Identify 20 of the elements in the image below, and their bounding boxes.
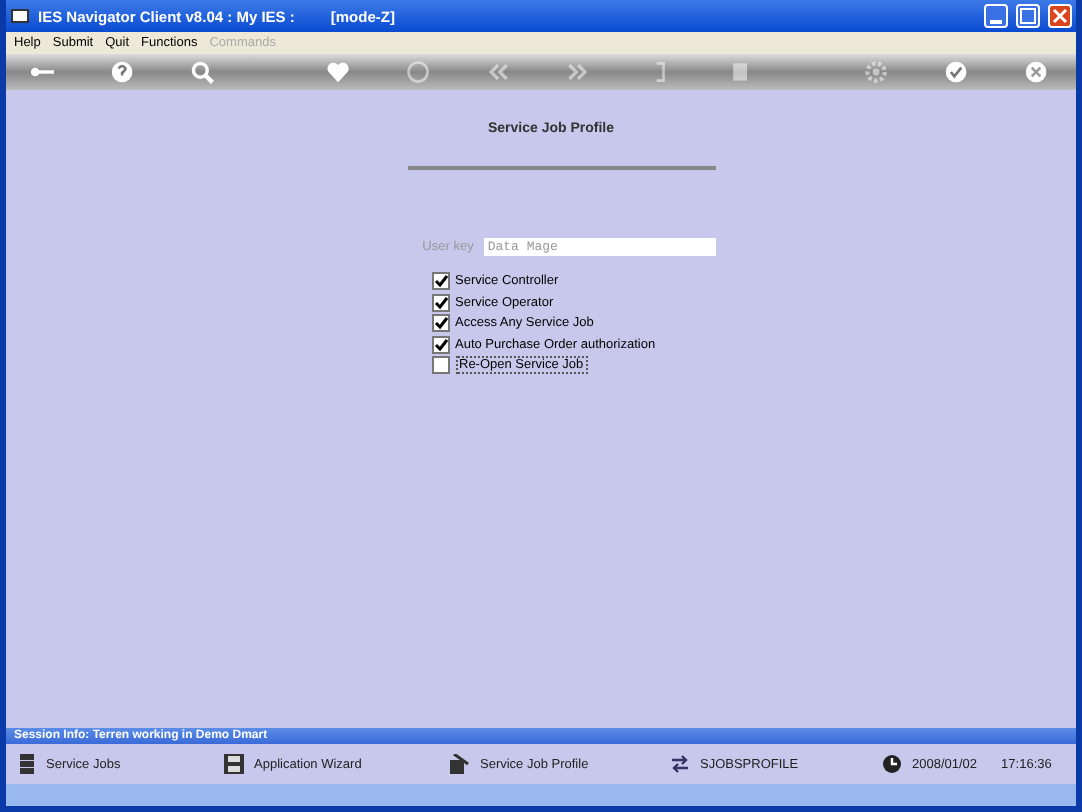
checkbox[interactable]	[431, 356, 449, 374]
close-icon[interactable]	[1023, 58, 1048, 86]
heart-icon[interactable]	[326, 58, 351, 86]
maximize-button[interactable]	[1016, 4, 1040, 28]
checkbox[interactable]	[431, 335, 449, 353]
checkbox[interactable]	[431, 293, 449, 311]
stack-icon	[18, 754, 36, 774]
checkbox[interactable]	[431, 272, 449, 290]
close-button[interactable]	[1048, 4, 1072, 28]
checkbox[interactable]	[431, 314, 449, 332]
search-icon[interactable]	[190, 58, 215, 86]
arrows-icon	[670, 754, 690, 774]
clock-icon	[882, 754, 902, 774]
app-icon	[10, 6, 30, 26]
document-pen-icon	[448, 754, 470, 774]
maximize-icon	[1020, 8, 1036, 24]
close-icon	[1052, 8, 1068, 24]
minimize-button[interactable]	[984, 4, 1008, 28]
check-icon[interactable]	[943, 58, 968, 86]
help-icon[interactable]	[110, 58, 135, 86]
